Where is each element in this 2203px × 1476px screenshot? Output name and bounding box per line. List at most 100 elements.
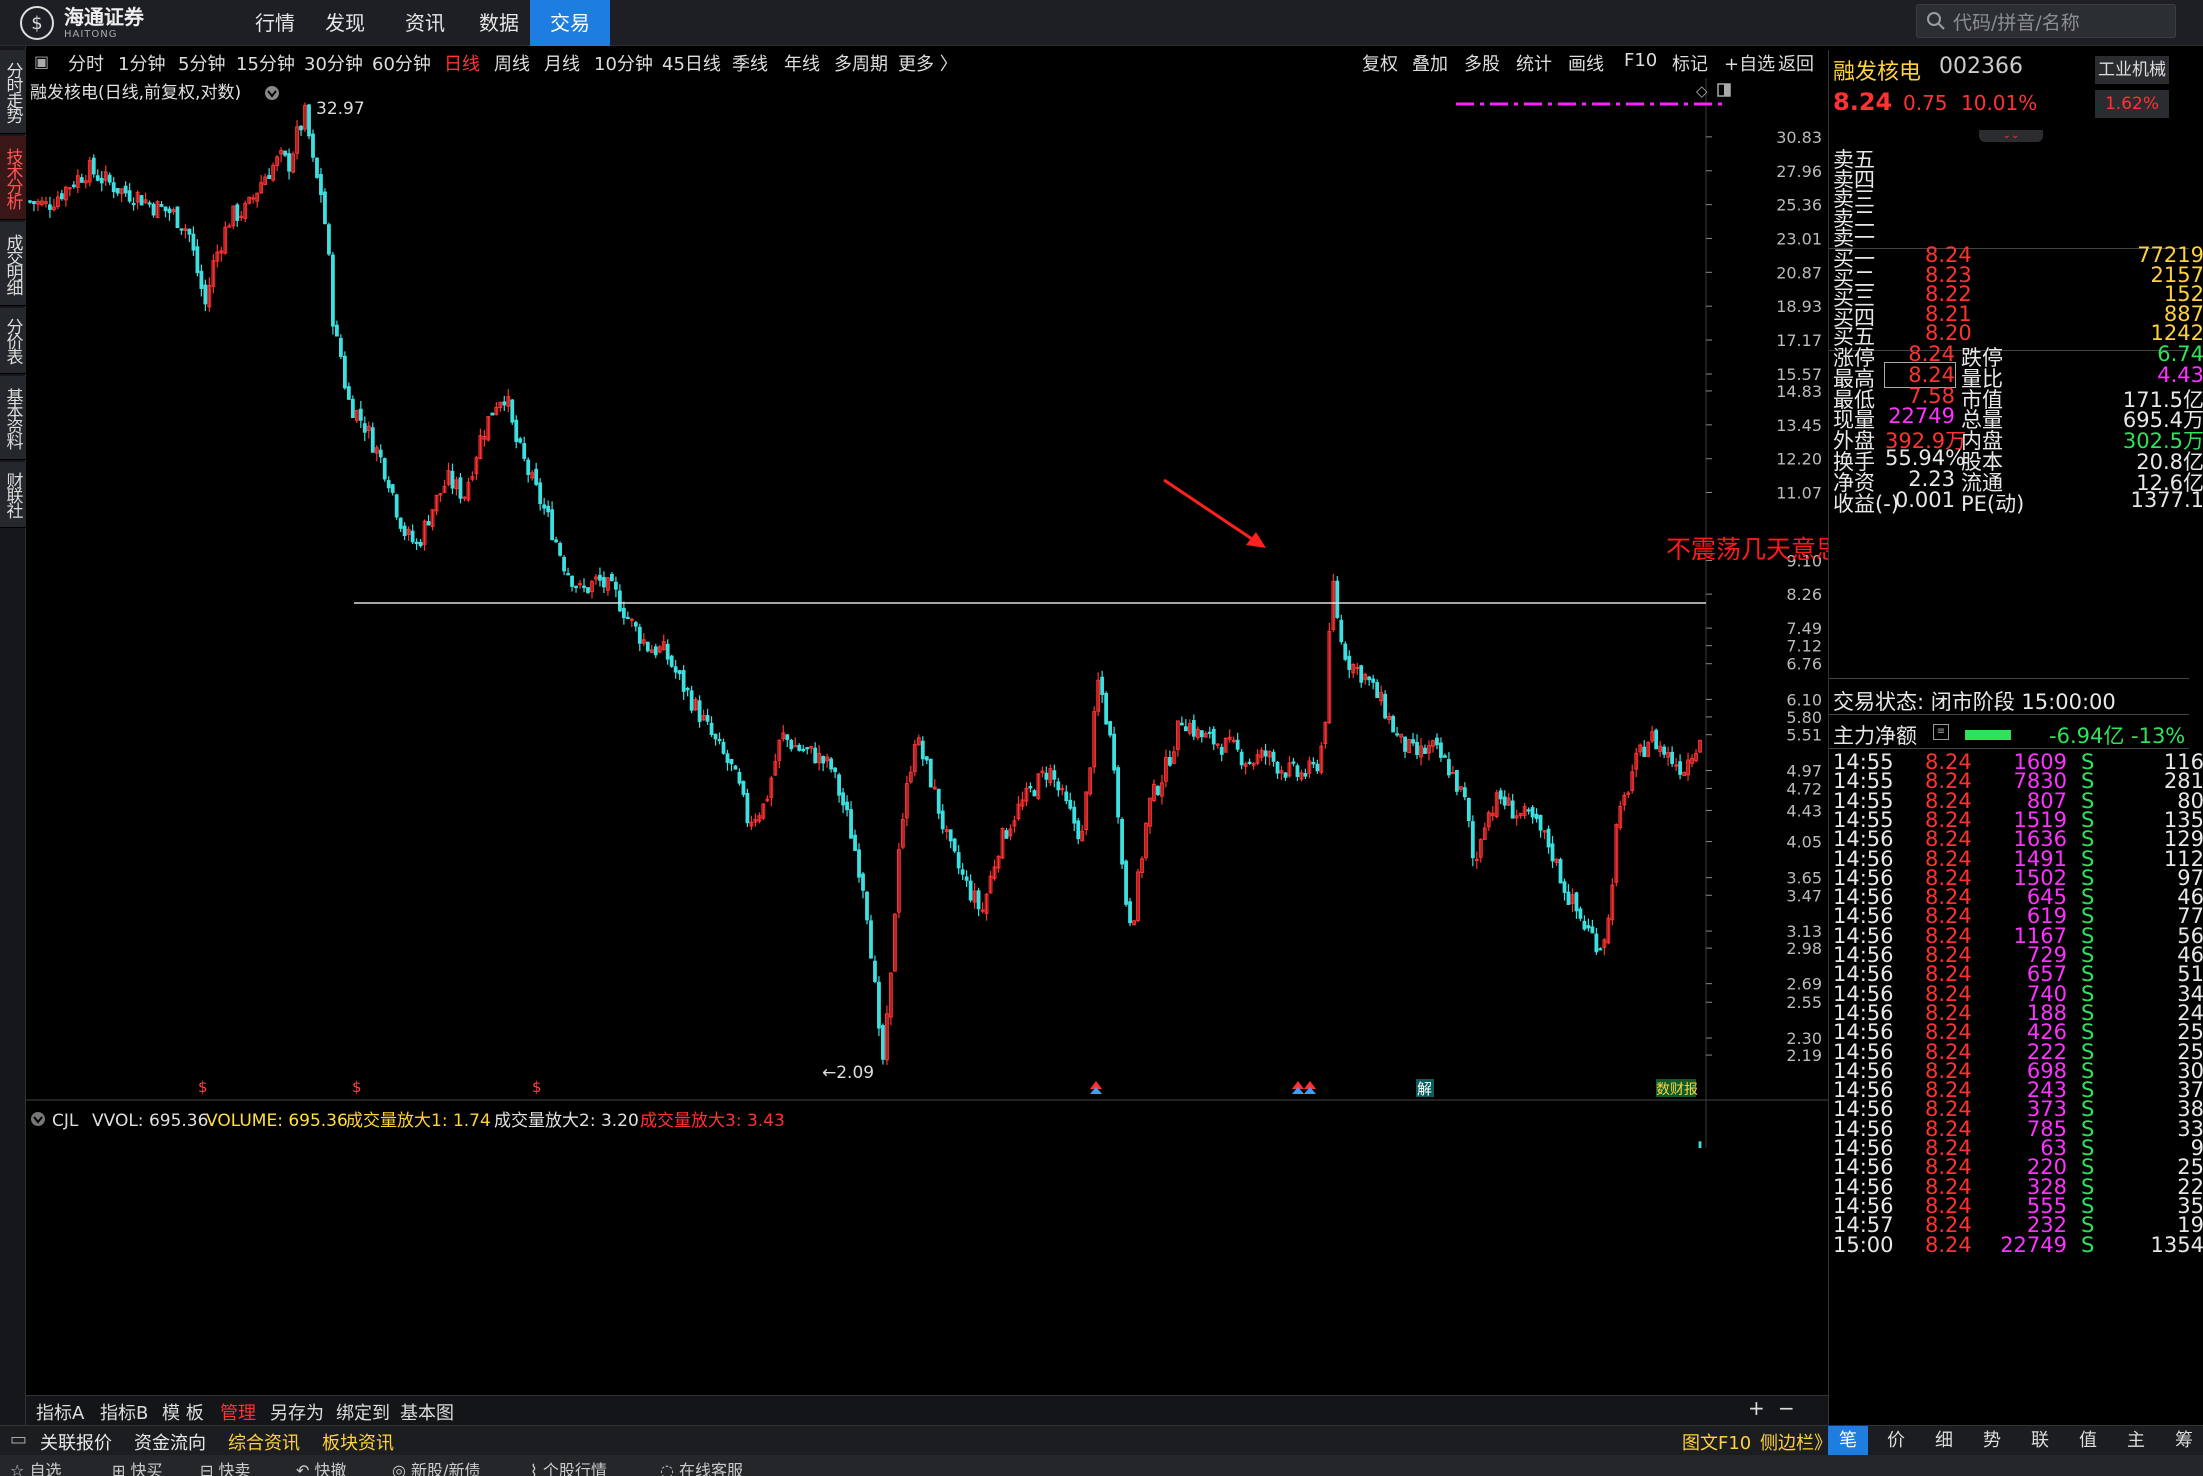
tick-row[interactable]: 14:56 8.24 785 S 33 xyxy=(1829,1117,2203,1141)
period-45day[interactable]: 45日线 xyxy=(662,50,721,76)
tab-basic-info[interactable]: 基本资料 xyxy=(0,376,26,460)
tick-row[interactable]: 14:56 8.24 243 S 37 xyxy=(1829,1078,2203,1102)
taskbar-watchlist[interactable]: ☆ 自选 xyxy=(10,1457,61,1476)
tick-row[interactable]: 14:57 8.24 232 S 19 xyxy=(1829,1213,2203,1237)
dividend-marker[interactable]: $ xyxy=(198,1078,208,1096)
period-5min[interactable]: 5分钟 xyxy=(178,50,225,76)
volume-indicator-name[interactable]: CJL xyxy=(52,1111,79,1131)
tick-row[interactable]: 14:56 8.24 729 S 46 xyxy=(1829,943,2203,967)
tool-add-watchlist[interactable]: +自选 xyxy=(1724,50,1775,76)
tab-bind-to[interactable]: 绑定到 xyxy=(336,1399,390,1425)
report-marker[interactable]: 数财报 xyxy=(1656,1082,1698,1098)
tab-general-news[interactable]: 综合资讯 xyxy=(228,1429,300,1455)
tick-row[interactable]: 14:56 8.24 657 S 51 xyxy=(1829,962,2203,986)
period-multi[interactable]: 多周期 xyxy=(834,50,888,76)
period-yearly[interactable]: 年线 xyxy=(784,50,820,76)
tool-draw[interactable]: 画线 xyxy=(1568,50,1604,76)
tick-row[interactable]: 14:56 8.24 222 S 25 xyxy=(1829,1040,2203,1064)
bid-row[interactable]: 买五 8.20 1242 xyxy=(1829,321,2203,349)
tab-base-chart[interactable]: 基本图 xyxy=(400,1399,454,1425)
period-more[interactable]: 更多 〉 xyxy=(898,50,958,76)
ask-row[interactable]: 卖四 xyxy=(1829,164,2203,192)
main-flow-label[interactable]: 主力净额 xyxy=(1833,720,1917,750)
tab-related-quotes[interactable]: 关联报价 xyxy=(40,1429,112,1455)
tool-back[interactable]: 返回 xyxy=(1778,50,1814,76)
tick-row[interactable]: 14:55 8.24 1519 S 135 xyxy=(1829,808,2203,832)
nav-item-data[interactable]: 数据 xyxy=(470,0,528,46)
tab-price-table[interactable]: 分价表 xyxy=(0,308,26,374)
ask-row[interactable]: 卖三 xyxy=(1829,183,2203,211)
period-10min[interactable]: 10分钟 xyxy=(594,50,653,76)
tick-row[interactable]: 14:56 8.24 426 S 25 xyxy=(1829,1020,2203,1044)
tick-row[interactable]: 14:56 8.24 698 S 30 xyxy=(1829,1059,2203,1083)
bid-row[interactable]: 买二 8.23 2157 xyxy=(1829,263,2203,291)
quote-tab[interactable]: 联 xyxy=(2020,1426,2060,1456)
ask-row[interactable]: 卖五 xyxy=(1829,144,2203,172)
period-monthly[interactable]: 月线 xyxy=(544,50,580,76)
tick-row[interactable]: 14:56 8.24 740 S 34 xyxy=(1829,982,2203,1006)
tick-row[interactable]: 14:55 8.24 7830 S 281 xyxy=(1829,769,2203,793)
taskbar-ipo[interactable]: ◎ 新股/新债 xyxy=(392,1457,480,1476)
kline-chart-svg[interactable]: 30.8327.9625.3623.0120.8718.9317.1715.57… xyxy=(26,78,1916,1398)
tool-f10[interactable]: F10 xyxy=(1624,50,1657,71)
tick-row[interactable]: 14:56 8.24 555 S 35 xyxy=(1829,1194,2203,1218)
tab-template[interactable]: 模 板 xyxy=(162,1399,204,1425)
nav-item-market[interactable]: 行情 xyxy=(246,0,304,46)
tab-indicator-a[interactable]: 指标A xyxy=(36,1399,84,1425)
nav-item-trade[interactable]: 交易 xyxy=(530,0,610,46)
bid-row[interactable]: 买一 8.24 77219 xyxy=(1829,243,2203,271)
quote-tab[interactable]: 主 xyxy=(2116,1426,2156,1456)
kline-chart-area[interactable]: 30.83 27.96 25.36 23.01 20.87 18.93 17.17 15.57… xyxy=(26,78,1916,1398)
tick-row[interactable]: 14:56 8.24 1167 S 56 xyxy=(1829,924,2203,948)
ask-row[interactable]: 卖二 xyxy=(1829,203,2203,231)
tool-overlay[interactable]: 叠加 xyxy=(1412,50,1448,76)
unlock-marker[interactable]: 解 xyxy=(1417,1080,1432,1098)
quote-tab[interactable]: 价 xyxy=(1876,1426,1916,1456)
quote-tab[interactable]: 细 xyxy=(1924,1426,1964,1456)
tool-mark[interactable]: 标记 xyxy=(1672,50,1708,76)
period-1min[interactable]: 1分钟 xyxy=(118,50,165,76)
tick-row[interactable]: 14:55 8.24 1609 S 116 xyxy=(1829,750,2203,774)
period-daily[interactable]: 日线 xyxy=(444,50,480,76)
tool-adjust[interactable]: 复权 xyxy=(1362,50,1398,76)
tick-row[interactable]: 14:56 8.24 373 S 38 xyxy=(1829,1097,2203,1121)
period-60min[interactable]: 60分钟 xyxy=(372,50,431,76)
taskbar-stock-quote[interactable]: ⌇ 个股行情 xyxy=(530,1457,607,1476)
tick-row[interactable]: 14:56 8.24 1491 S 112 xyxy=(1829,847,2203,871)
stock-name[interactable]: 融发核电 xyxy=(1833,54,1921,86)
tool-multi-stock[interactable]: 多股 xyxy=(1464,50,1500,76)
graphic-f10-button[interactable]: 图文F10 xyxy=(1682,1429,1751,1455)
tab-indicator-b[interactable]: 指标B xyxy=(100,1399,148,1425)
ask-row[interactable]: 卖一 xyxy=(1829,222,2203,250)
tick-row[interactable]: 14:56 8.24 63 S 9 xyxy=(1829,1136,2203,1160)
tick-row[interactable]: 14:56 8.24 1636 S 129 xyxy=(1829,827,2203,851)
zoom-in-icon[interactable]: + xyxy=(1748,1396,1765,1420)
tab-capital-flow[interactable]: 资金流向 xyxy=(134,1429,206,1455)
bid-row[interactable]: 买四 8.21 887 xyxy=(1829,302,2203,330)
tick-row[interactable]: 14:56 8.24 1502 S 97 xyxy=(1829,866,2203,890)
period-30min[interactable]: 30分钟 xyxy=(304,50,363,76)
panel-toggle-icon[interactable]: ▭ xyxy=(10,1429,27,1450)
period-fenshi[interactable]: 分时 xyxy=(68,50,104,76)
quote-tab[interactable]: 势 xyxy=(1972,1426,2012,1456)
tick-row[interactable]: 14:56 8.24 645 S 46 xyxy=(1829,885,2203,909)
search-box[interactable]: 代码/拼音/名称 xyxy=(1916,4,2176,38)
quote-tab[interactable]: 笔 xyxy=(1828,1426,1868,1456)
taskbar-quick-sell[interactable]: ⊟ 快卖 xyxy=(200,1457,251,1476)
taskbar-quick-buy[interactable]: ⊞ 快买 xyxy=(112,1457,163,1476)
tool-stats[interactable]: 统计 xyxy=(1516,50,1552,76)
industry-tag[interactable]: 工业机械 xyxy=(2095,56,2169,84)
volume-collapse-icon[interactable] xyxy=(31,1112,45,1126)
nav-item-discover[interactable]: 发现 xyxy=(316,0,374,46)
tick-row[interactable]: 14:56 8.24 220 S 25 xyxy=(1829,1155,2203,1179)
sidebar-toggle-button[interactable]: 侧边栏》 xyxy=(1760,1429,1832,1455)
tab-technical-analysis[interactable]: 技术分析 xyxy=(0,136,26,220)
tab-sector-news[interactable]: 板块资讯 xyxy=(322,1429,394,1455)
tab-manage[interactable]: 管理 xyxy=(220,1399,256,1425)
tick-row[interactable]: 14:56 8.24 328 S 22 xyxy=(1829,1175,2203,1199)
tick-row[interactable]: 15:00 8.24 22749 S 1354 xyxy=(1829,1233,2203,1257)
dividend-marker[interactable]: $ xyxy=(352,1078,362,1096)
bid-row[interactable]: 买三 8.22 152 xyxy=(1829,282,2203,310)
quote-tab[interactable]: 值 xyxy=(2068,1426,2108,1456)
tick-row[interactable]: 14:56 8.24 619 S 77 xyxy=(1829,904,2203,928)
